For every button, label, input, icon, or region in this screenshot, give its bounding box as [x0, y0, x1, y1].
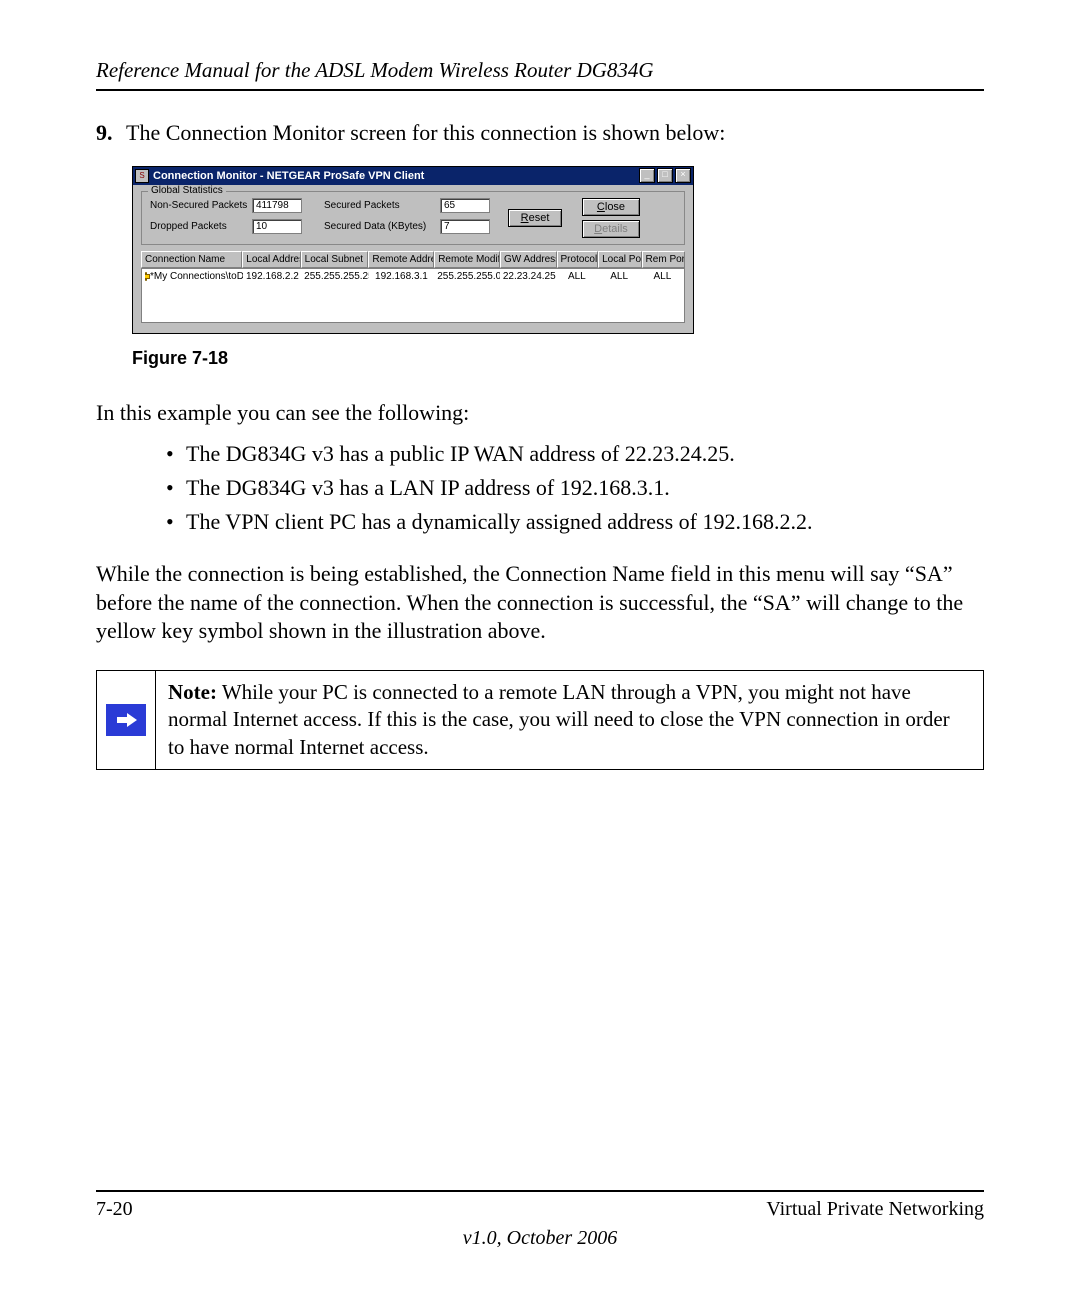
key-icon — [145, 272, 147, 281]
non-secured-label: Non-Secured Packets — [150, 200, 246, 211]
document-page: Reference Manual for the ADSL Modem Wire… — [0, 0, 1080, 1296]
page-number: 7-20 — [96, 1198, 133, 1221]
section-name: Virtual Private Networking — [766, 1198, 984, 1221]
secured-data-value: 7 — [440, 219, 490, 234]
window-buttons: _ □ × — [639, 168, 691, 183]
connection-monitor-window: S Connection Monitor - NETGEAR ProSafe V… — [132, 166, 694, 334]
figure-screenshot: S Connection Monitor - NETGEAR ProSafe V… — [132, 166, 984, 334]
cell-remote-address: 192.168.3.1 — [369, 269, 435, 284]
col-gw-address[interactable]: GW Address — [500, 251, 557, 268]
reset-button[interactable]: Reset — [508, 209, 562, 227]
cell-local-subnet: 255.255.255.255 — [301, 269, 368, 284]
app-icon: S — [135, 169, 149, 183]
global-statistics-group: Global Statistics Non-Secured Packets 41… — [141, 191, 685, 245]
col-remote-address[interactable]: Remote Address — [368, 251, 434, 268]
running-header: Reference Manual for the ADSL Modem Wire… — [96, 58, 984, 83]
secured-packets-label: Secured Packets — [324, 200, 434, 211]
note-icon-cell — [97, 671, 156, 769]
step-number: 9. — [96, 119, 126, 148]
cell-rem-port: ALL — [641, 269, 684, 284]
window-client-area: Global Statistics Non-Secured Packets 41… — [133, 185, 693, 333]
secured-packets-value: 65 — [440, 198, 490, 213]
non-secured-value: 411798 — [252, 198, 302, 213]
footer-rule — [96, 1190, 984, 1192]
table-row[interactable]: *My Connections\toDG834 192.168.2.2 255.… — [142, 269, 684, 284]
minimize-button[interactable]: _ — [639, 168, 655, 183]
col-rem-port[interactable]: Rem Port — [642, 251, 685, 268]
details-button[interactable]: Details — [582, 220, 640, 238]
step-text: The Connection Monitor screen for this c… — [126, 119, 725, 148]
col-local-port[interactable]: Local Port — [598, 251, 641, 268]
list-item: The DG834G v3 has a LAN IP address of 19… — [166, 473, 984, 503]
dropped-packets-value: 10 — [252, 219, 302, 234]
note-body: While your PC is connected to a remote L… — [168, 680, 950, 759]
figure-caption: Figure 7-18 — [132, 348, 984, 369]
maximize-button[interactable]: □ — [657, 168, 673, 183]
dropped-packets-label: Dropped Packets — [150, 221, 246, 232]
cell-protocol: ALL — [556, 269, 597, 284]
col-local-subnet[interactable]: Local Subnet — [301, 251, 369, 268]
bullet-list: The DG834G v3 has a public IP WAN addres… — [166, 439, 984, 536]
window-title: Connection Monitor - NETGEAR ProSafe VPN… — [153, 170, 639, 182]
header-rule — [96, 89, 984, 91]
col-protocol[interactable]: Protocol — [557, 251, 599, 268]
list-item: The DG834G v3 has a public IP WAN addres… — [166, 439, 984, 469]
window-titlebar: S Connection Monitor - NETGEAR ProSafe V… — [133, 167, 693, 185]
col-remote-modifier[interactable]: Remote Modifier — [434, 251, 500, 268]
close-window-button[interactable]: × — [675, 168, 691, 183]
note-label: Note: — [168, 680, 217, 704]
close-button[interactable]: Close — [582, 198, 640, 216]
note-box: Note: While your PC is connected to a re… — [96, 670, 984, 770]
cell-connection-name: *My Connections\toDG834 — [142, 269, 243, 284]
numbered-step: 9. The Connection Monitor screen for thi… — [96, 119, 984, 148]
right-button-column: Close Details — [582, 198, 640, 238]
cell-remote-modifier: 255.255.255.0 — [434, 269, 500, 284]
paragraph: While the connection is being establishe… — [96, 560, 984, 646]
secured-data-label: Secured Data (KBytes) — [324, 221, 434, 232]
cell-local-port: ALL — [598, 269, 641, 284]
cell-local-address: 192.168.2.2 — [243, 269, 301, 284]
col-local-address[interactable]: Local Address — [242, 251, 300, 268]
page-footer: 7-20 Virtual Private Networking v1.0, Oc… — [96, 1190, 984, 1250]
cell-gw-address: 22.23.24.25 — [500, 269, 556, 284]
list-header-row: Connection Name Local Address Local Subn… — [141, 251, 685, 268]
list-item: The VPN client PC has a dynamically assi… — [166, 507, 984, 537]
groupbox-legend: Global Statistics — [148, 185, 226, 196]
note-text: Note: While your PC is connected to a re… — [156, 671, 983, 769]
connections-list: Connection Name Local Address Local Subn… — [141, 251, 685, 323]
col-connection-name[interactable]: Connection Name — [141, 251, 242, 268]
arrow-right-icon — [106, 704, 146, 736]
intro-paragraph: In this example you can see the followin… — [96, 399, 984, 428]
doc-version: v1.0, October 2006 — [96, 1227, 984, 1250]
